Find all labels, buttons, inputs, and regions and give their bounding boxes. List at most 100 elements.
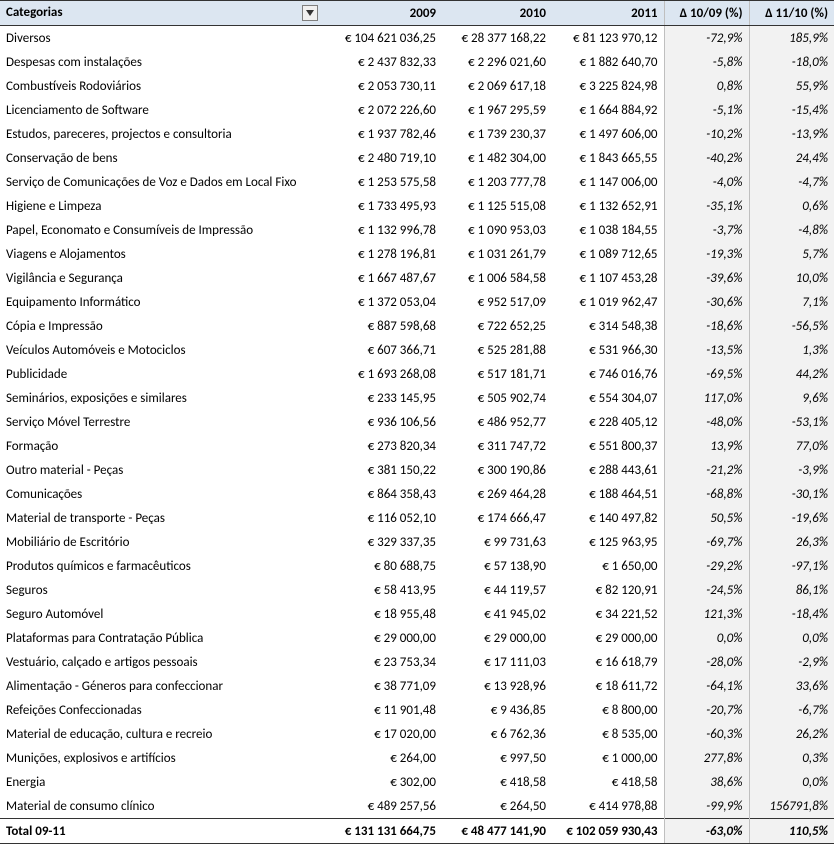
cell-category: Serviço de Comunicações de Voz e Dados e…: [0, 170, 324, 194]
table-row: Mobiliário de Escritório€ 329 337,35€ 99…: [0, 530, 834, 554]
cell-delta-11-10: 185,9%: [749, 26, 834, 51]
cell-2011: € 418,58: [552, 770, 664, 794]
table-row: Despesas com instalações€ 2 437 832,33€ …: [0, 50, 834, 74]
cell-category: Seguros: [0, 578, 324, 602]
cell-delta-11-10: 55,9%: [749, 74, 834, 98]
cell-2010: € 1 031 261,79: [442, 242, 552, 266]
cell-2011: € 1 650,00: [552, 554, 664, 578]
cell-category: Outro material - Peças: [0, 458, 324, 482]
cell-2011: € 140 497,82: [552, 506, 664, 530]
cell-delta-11-10: 156791,8%: [749, 794, 834, 819]
cell-delta-11-10: -56,5%: [749, 314, 834, 338]
cell-2009: € 1 693 268,08: [324, 362, 442, 386]
cell-category: Cópia e Impressão: [0, 314, 324, 338]
table-row: Material de educação, cultura e recreio€…: [0, 722, 834, 746]
cell-delta-11-10: 24,4%: [749, 146, 834, 170]
cell-2010: € 17 111,03: [442, 650, 552, 674]
cell-delta-11-10: -53,1%: [749, 410, 834, 434]
cell-delta-10-09: -29,2%: [664, 554, 749, 578]
cell-category: Despesas com instalações: [0, 50, 324, 74]
cell-2009: € 29 000,00: [324, 626, 442, 650]
table-row: Serviço de Comunicações de Voz e Dados e…: [0, 170, 834, 194]
cell-2010: € 2 296 021,60: [442, 50, 552, 74]
cell-delta-10-09: 0,0%: [664, 626, 749, 650]
cell-2009: € 1 372 053,04: [324, 290, 442, 314]
cell-category: Alimentação - Géneros para confeccionar: [0, 674, 324, 698]
table-row: Publicidade€ 1 693 268,08€ 517 181,71€ 7…: [0, 362, 834, 386]
cell-2011: € 18 611,72: [552, 674, 664, 698]
cell-delta-10-09: -13,5%: [664, 338, 749, 362]
cell-2009: € 116 052,10: [324, 506, 442, 530]
header-2011: 2011: [552, 1, 664, 26]
header-delta-10-09: Δ 10/09 (%): [664, 1, 749, 26]
table-row: Papel, Economato e Consumíveis de Impres…: [0, 218, 834, 242]
cell-2011: € 1 089 712,65: [552, 242, 664, 266]
total-2009: € 131 131 664,75: [324, 819, 442, 844]
cell-category: Conservação de bens: [0, 146, 324, 170]
cell-delta-10-09: -3,7%: [664, 218, 749, 242]
cell-2011: € 81 123 970,12: [552, 26, 664, 51]
cell-2011: € 8 800,00: [552, 698, 664, 722]
cell-2010: € 505 902,74: [442, 386, 552, 410]
filter-dropdown-button[interactable]: [302, 5, 318, 21]
cell-2011: € 1 038 184,55: [552, 218, 664, 242]
cell-delta-10-09: -39,6%: [664, 266, 749, 290]
cell-2009: € 2 437 832,33: [324, 50, 442, 74]
cell-2009: € 1 278 196,81: [324, 242, 442, 266]
table-row: Veículos Automóveis e Motociclos€ 607 36…: [0, 338, 834, 362]
cell-delta-10-09: 117,0%: [664, 386, 749, 410]
cell-2009: € 2 072 226,60: [324, 98, 442, 122]
cell-delta-11-10: -2,9%: [749, 650, 834, 674]
table-row: Viagens e Alojamentos€ 1 278 196,81€ 1 0…: [0, 242, 834, 266]
cell-category: Refeições Confeccionadas: [0, 698, 324, 722]
cell-2009: € 887 598,68: [324, 314, 442, 338]
cell-delta-11-10: -19,6%: [749, 506, 834, 530]
cell-delta-11-10: -13,9%: [749, 122, 834, 146]
cell-delta-11-10: 5,7%: [749, 242, 834, 266]
cell-2009: € 1 667 487,67: [324, 266, 442, 290]
cell-2009: € 38 771,09: [324, 674, 442, 698]
cell-2009: € 302,00: [324, 770, 442, 794]
cell-2011: € 414 978,88: [552, 794, 664, 819]
cell-category: Veículos Automóveis e Motociclos: [0, 338, 324, 362]
cell-delta-10-09: -4,0%: [664, 170, 749, 194]
table-row: Munições, explosivos e artifícios€ 264,0…: [0, 746, 834, 770]
cell-category: Produtos químicos e farmacêuticos: [0, 554, 324, 578]
cell-category: Material de educação, cultura e recreio: [0, 722, 324, 746]
cell-2010: € 1 006 584,58: [442, 266, 552, 290]
cell-delta-10-09: -30,6%: [664, 290, 749, 314]
total-row: Total 09-11 € 131 131 664,75 € 48 477 14…: [0, 819, 834, 844]
cell-2011: € 1 664 884,92: [552, 98, 664, 122]
cell-2010: € 517 181,71: [442, 362, 552, 386]
cell-2010: € 99 731,63: [442, 530, 552, 554]
cell-category: Comunicações: [0, 482, 324, 506]
cell-delta-10-09: -64,1%: [664, 674, 749, 698]
cell-delta-11-10: 0,0%: [749, 770, 834, 794]
table-row: Energia€ 302,00€ 418,58€ 418,5838,6%0,0%: [0, 770, 834, 794]
header-delta-11-10: Δ 11/10 (%): [749, 1, 834, 26]
cell-2010: € 418,58: [442, 770, 552, 794]
cell-delta-11-10: 0,6%: [749, 194, 834, 218]
cell-2009: € 381 150,22: [324, 458, 442, 482]
cell-2010: € 44 119,57: [442, 578, 552, 602]
cell-delta-10-09: -10,2%: [664, 122, 749, 146]
cell-delta-11-10: -18,0%: [749, 50, 834, 74]
cell-delta-10-09: -69,5%: [664, 362, 749, 386]
cell-delta-10-09: -5,8%: [664, 50, 749, 74]
table-row: Material de transporte - Peças€ 116 052,…: [0, 506, 834, 530]
header-categorias: Categorias: [0, 1, 324, 26]
cell-2010: € 952 517,09: [442, 290, 552, 314]
cell-2010: € 722 652,25: [442, 314, 552, 338]
cell-2010: € 1 125 515,08: [442, 194, 552, 218]
cell-delta-10-09: 277,8%: [664, 746, 749, 770]
cell-category: Diversos: [0, 26, 324, 51]
cell-2010: € 1 090 953,03: [442, 218, 552, 242]
cell-2010: € 264,50: [442, 794, 552, 819]
cell-delta-10-09: -40,2%: [664, 146, 749, 170]
cell-2009: € 1 253 575,58: [324, 170, 442, 194]
cell-delta-10-09: -24,5%: [664, 578, 749, 602]
table-row: Vestuário, calçado e artigos pessoais€ 2…: [0, 650, 834, 674]
cell-2011: € 1 147 006,00: [552, 170, 664, 194]
total-delta-10-09: -63,0%: [664, 819, 749, 844]
cell-2011: € 1 132 652,91: [552, 194, 664, 218]
